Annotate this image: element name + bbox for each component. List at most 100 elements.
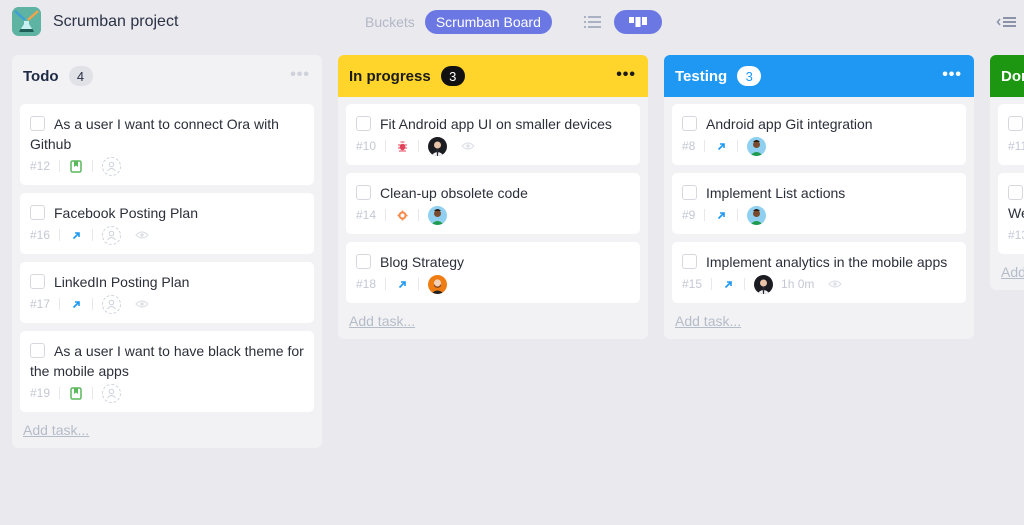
- user-avatar[interactable]: [747, 136, 767, 156]
- divider: [737, 209, 739, 221]
- column-menu-icon[interactable]: •••: [616, 67, 636, 83]
- divider: [59, 387, 61, 399]
- divider: [385, 209, 387, 221]
- task-title: Android app Git integration: [706, 116, 873, 132]
- task-card[interactable]: Facebook Posting Plan #16: [20, 193, 314, 254]
- user-avatar[interactable]: [428, 136, 448, 156]
- task-checkbox[interactable]: [356, 116, 371, 131]
- divider: [704, 209, 706, 221]
- eye-icon[interactable]: [135, 230, 149, 240]
- task-id: #10: [356, 139, 377, 153]
- column-done: Done #11 We #13 Add task...: [990, 55, 1024, 290]
- tab-buckets[interactable]: Buckets: [365, 10, 415, 34]
- task-card[interactable]: LinkedIn Posting Plan #17: [20, 262, 314, 323]
- task-card[interactable]: Clean-up obsolete code #14: [346, 173, 640, 234]
- task-id: #8: [682, 139, 696, 153]
- task-card[interactable]: Blog Strategy #18: [346, 242, 640, 303]
- task-card[interactable]: Android app Git integration #8: [672, 104, 966, 165]
- improvement-gear-icon: [395, 208, 409, 222]
- divider: [711, 278, 713, 290]
- task-checkbox[interactable]: [1008, 185, 1023, 200]
- board-view-button[interactable]: [614, 10, 662, 34]
- task-card[interactable]: Implement List actions #9: [672, 173, 966, 234]
- task-checkbox[interactable]: [682, 116, 697, 131]
- task-card[interactable]: Fit Android app UI on smaller devices #1…: [346, 104, 640, 165]
- task-arrow-icon: [395, 277, 409, 291]
- task-card[interactable]: As a user I want to have black theme for…: [20, 331, 314, 412]
- column-todo: Todo 4 ••• As a user I want to connect O…: [12, 55, 322, 448]
- task-checkbox[interactable]: [682, 185, 697, 200]
- column-title: In progress: [349, 67, 431, 85]
- tab-scrumban-board[interactable]: Scrumban Board: [424, 10, 552, 34]
- column-header: Testing 3 •••: [664, 55, 974, 97]
- column-title: Testing: [675, 67, 728, 85]
- story-icon: [69, 159, 83, 173]
- divider: [92, 387, 94, 399]
- list-view-button[interactable]: [583, 13, 603, 31]
- task-checkbox[interactable]: [30, 205, 45, 220]
- divider: [385, 140, 387, 152]
- unassigned-avatar-icon[interactable]: [102, 225, 122, 245]
- add-task-link[interactable]: Add task...: [346, 311, 640, 339]
- divider: [59, 229, 61, 241]
- task-card[interactable]: #11: [998, 104, 1024, 165]
- task-id: #16: [30, 228, 51, 242]
- user-avatar[interactable]: [747, 205, 767, 225]
- add-task-link[interactable]: Add task...: [998, 262, 1024, 290]
- time-estimate: 1h 0m: [781, 277, 815, 291]
- task-id: #18: [356, 277, 377, 291]
- eye-icon[interactable]: [135, 299, 149, 309]
- column-menu-icon[interactable]: •••: [290, 67, 310, 83]
- task-card[interactable]: Implement analytics in the mobile apps #…: [672, 242, 966, 303]
- task-title: As a user I want to have black theme for…: [30, 343, 304, 379]
- task-checkbox[interactable]: [30, 274, 45, 289]
- add-task-link[interactable]: Add task...: [672, 311, 966, 339]
- task-title: Facebook Posting Plan: [54, 205, 198, 221]
- task-arrow-icon: [714, 208, 728, 222]
- collapse-sidebar-button[interactable]: [996, 14, 1018, 30]
- column-title: Todo: [23, 67, 59, 85]
- unassigned-avatar-icon[interactable]: [102, 156, 122, 176]
- view-tabs: Buckets Scrumban Board: [365, 10, 552, 34]
- divider: [59, 160, 61, 172]
- user-avatar[interactable]: [428, 274, 448, 294]
- task-checkbox[interactable]: [30, 116, 45, 131]
- column-header: Done: [990, 55, 1024, 97]
- project-title: Scrumban project: [53, 13, 179, 30]
- task-card[interactable]: We #13: [998, 173, 1024, 254]
- unassigned-avatar-icon[interactable]: [102, 383, 122, 403]
- task-title: As a user I want to connect Ora with Git…: [30, 116, 279, 152]
- user-avatar[interactable]: [428, 205, 448, 225]
- board-icon: [629, 17, 647, 27]
- eye-icon[interactable]: [828, 279, 843, 289]
- task-id: #19: [30, 386, 51, 400]
- task-arrow-icon: [721, 277, 735, 291]
- story-icon: [69, 386, 83, 400]
- column-menu-icon[interactable]: •••: [942, 67, 962, 83]
- header: Scrumban project Buckets Scrumban Board: [0, 0, 1024, 46]
- task-checkbox[interactable]: [30, 343, 45, 358]
- task-checkbox[interactable]: [682, 254, 697, 269]
- task-id: #14: [356, 208, 377, 222]
- column-count-badge: 4: [68, 66, 93, 86]
- task-card[interactable]: As a user I want to connect Ora with Git…: [20, 104, 314, 185]
- task-arrow-icon: [69, 297, 83, 311]
- eye-icon[interactable]: [461, 141, 475, 151]
- flask-logo-icon[interactable]: [12, 7, 41, 36]
- column-title: Done: [1001, 67, 1024, 85]
- task-id: #15: [682, 277, 703, 291]
- task-checkbox[interactable]: [356, 254, 371, 269]
- divider: [418, 278, 420, 290]
- task-checkbox[interactable]: [356, 185, 371, 200]
- task-arrow-icon: [69, 228, 83, 242]
- add-task-link[interactable]: Add task...: [20, 420, 314, 448]
- task-checkbox[interactable]: [1008, 116, 1023, 131]
- task-title: Implement analytics in the mobile apps: [706, 254, 948, 270]
- column-count-badge: 3: [440, 66, 465, 86]
- task-title: We: [1008, 205, 1024, 221]
- unassigned-avatar-icon[interactable]: [102, 294, 122, 314]
- task-title: Fit Android app UI on smaller devices: [380, 116, 612, 132]
- task-title: LinkedIn Posting Plan: [54, 274, 190, 290]
- column-count-badge: 3: [737, 66, 762, 86]
- user-avatar[interactable]: [754, 274, 774, 294]
